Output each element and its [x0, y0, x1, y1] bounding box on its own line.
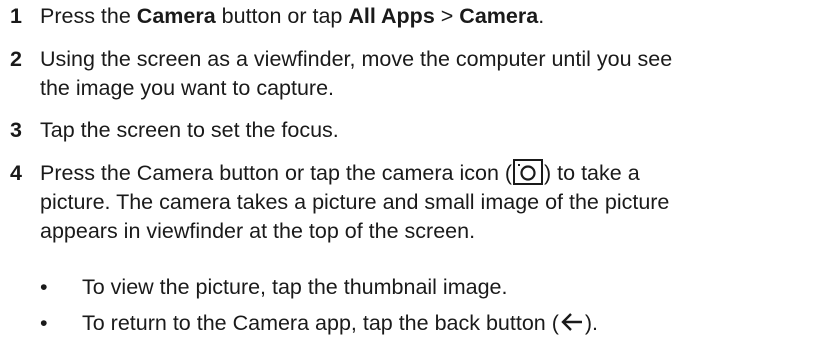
bullet-text-segment: To return to the Camera app, tap the bac…	[82, 311, 559, 335]
step-text-line: Press the Camera button or tap the camer…	[40, 159, 825, 188]
step-number: 2	[10, 47, 22, 71]
camera-button-term: Camera	[136, 4, 216, 28]
step-text: Using the screen as a viewfinder, move t…	[40, 45, 825, 103]
camera-app-term: Camera	[459, 4, 539, 28]
step-1: 1 Press the Camera button or tap All App…	[10, 2, 825, 31]
step-text-segment: button or tap	[215, 4, 349, 28]
bullet-item: • To view the picture, tap the thumbnail…	[40, 273, 820, 302]
bullet-item: • To return to the Camera app, tap the b…	[40, 309, 820, 338]
step-3: 3 Tap the screen to set the focus.	[10, 116, 825, 145]
bullet-text-segment: ).	[584, 311, 599, 335]
back-arrow-icon	[561, 313, 582, 331]
step-text-segment: .	[538, 4, 545, 28]
step-number: 1	[10, 4, 22, 28]
step-number: 4	[10, 161, 22, 185]
menu-separator: >	[434, 4, 460, 28]
step-text-segment: Press the	[40, 4, 137, 28]
step-text-line: appears in viewfinder at the top of the …	[40, 219, 476, 243]
step-number: 3	[10, 118, 22, 142]
step-2: 2 Using the screen as a viewfinder, move…	[10, 45, 825, 103]
step-4: 4 Press the Camera button or tap the cam…	[10, 159, 825, 246]
bullet-symbol: •	[40, 311, 48, 335]
bullet-text: To return to the Camera app, tap the bac…	[82, 309, 820, 338]
instruction-document: 1 Press the Camera button or tap All App…	[0, 0, 833, 344]
bullet-symbol: •	[40, 275, 48, 299]
step-text-line: the image you want to capture.	[40, 76, 335, 100]
step-text-line: picture. The camera takes a picture and …	[40, 190, 670, 214]
step-text-segment: ) to take a	[544, 161, 640, 185]
step-text-segment: Press the Camera button or tap the camer…	[40, 161, 513, 185]
camera-icon-graphic	[518, 164, 536, 181]
step-text: Tap the screen to set the focus.	[40, 118, 339, 142]
bullet-text: To view the picture, tap the thumbnail i…	[82, 275, 508, 299]
step-text-line: Using the screen as a viewfinder, move t…	[40, 47, 673, 71]
step-text: Press the Camera button or tap the camer…	[40, 159, 825, 246]
camera-icon	[513, 159, 544, 185]
all-apps-term: All Apps	[348, 4, 435, 28]
step-text: Press the Camera button or tap All Apps …	[40, 2, 825, 31]
